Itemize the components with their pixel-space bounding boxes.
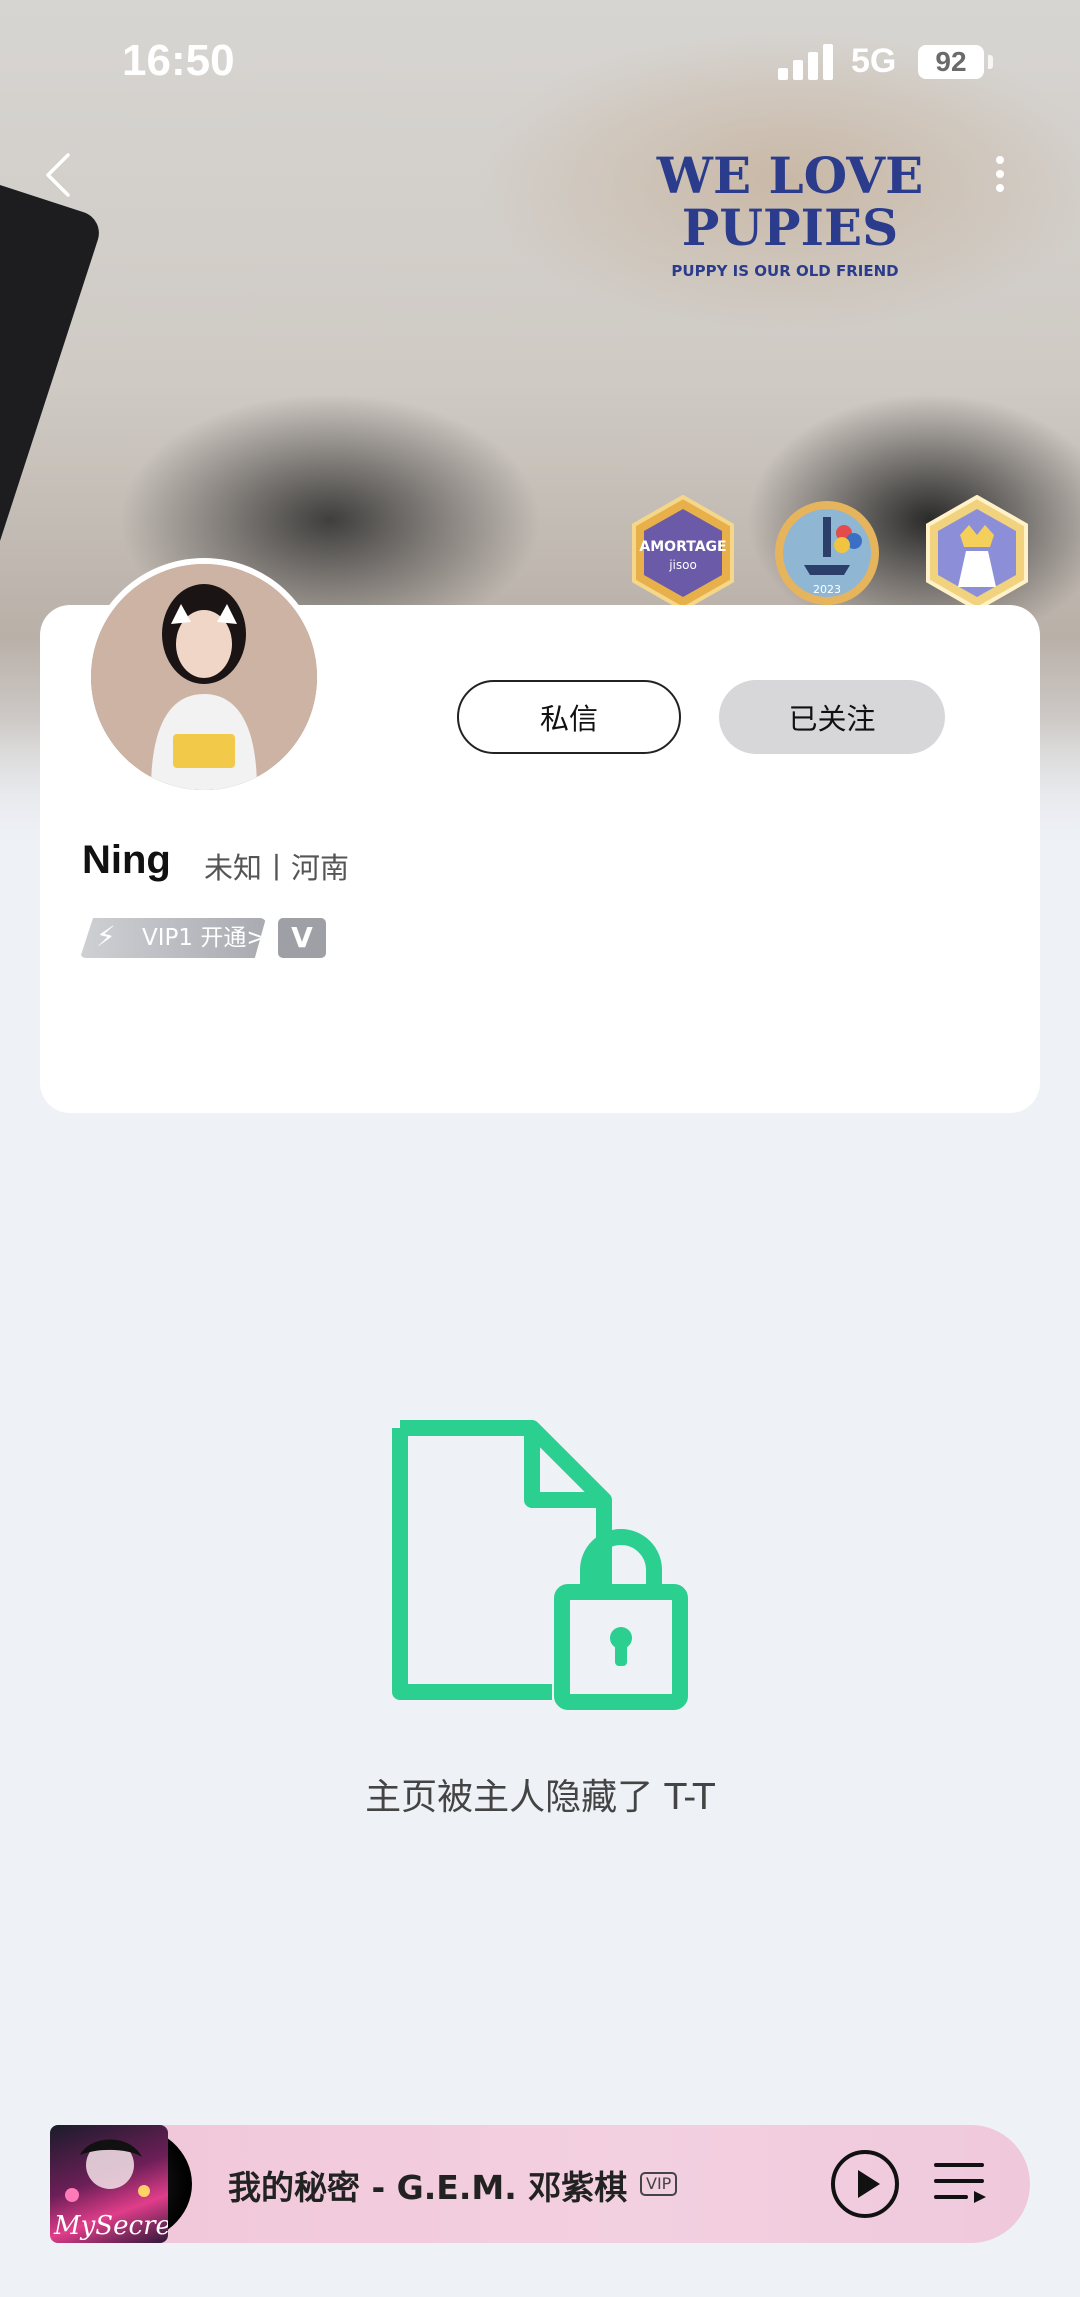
battery-tip xyxy=(988,55,993,69)
seoul-tower-badge-label: 2023 xyxy=(813,583,841,596)
amortage-badge-sublabel: jisoo xyxy=(668,558,697,572)
avatar[interactable] xyxy=(85,558,323,796)
follow-button[interactable]: 已关注 xyxy=(719,680,945,754)
status-time: 16:50 xyxy=(122,36,235,85)
amortage-badge[interactable]: AMORTAGE jisoo xyxy=(630,494,736,612)
avatar-image xyxy=(91,564,317,790)
lightning-icon: ⚡ xyxy=(96,920,116,953)
signal-icon xyxy=(778,42,836,80)
battery-icon: 92 xyxy=(918,45,984,79)
amortage-badge-label: AMORTAGE xyxy=(639,539,726,555)
more-vertical-icon[interactable] xyxy=(980,148,1020,208)
chevron-left-icon[interactable] xyxy=(40,145,80,205)
locked-document-icon xyxy=(392,1420,692,1720)
hidden-profile-message: 主页被主人隐藏了 T-T xyxy=(365,1777,715,1818)
song-title[interactable]: 我的秘密 - G.E.M. 邓紫棋 xyxy=(228,2161,627,2209)
album-cover[interactable]: MySecret xyxy=(50,2125,168,2243)
profile-meta: 未知丨河南 xyxy=(204,851,350,885)
message-button[interactable]: 私信 xyxy=(457,680,681,754)
album-title: MySecret xyxy=(54,2211,168,2241)
crown-card-badge[interactable] xyxy=(924,494,1030,612)
cover-cap-subtext: PUPPY IS OUR OLD FRIEND xyxy=(671,262,899,280)
cover-phone-decoration xyxy=(0,185,105,600)
network-type: 5G xyxy=(851,42,897,80)
profile-name: Ning xyxy=(82,838,171,882)
cover-cap-text: WE LOVE PUPIES xyxy=(656,146,924,257)
status-bar: 16:50 5G 92 xyxy=(0,0,1080,130)
playlist-icon[interactable] xyxy=(932,2157,988,2209)
v-badge[interactable]: V xyxy=(278,918,326,958)
song-vip-tag: VIP xyxy=(640,2172,678,2196)
seoul-tower-badge[interactable]: 2023 xyxy=(774,495,880,611)
play-icon[interactable] xyxy=(830,2149,900,2219)
